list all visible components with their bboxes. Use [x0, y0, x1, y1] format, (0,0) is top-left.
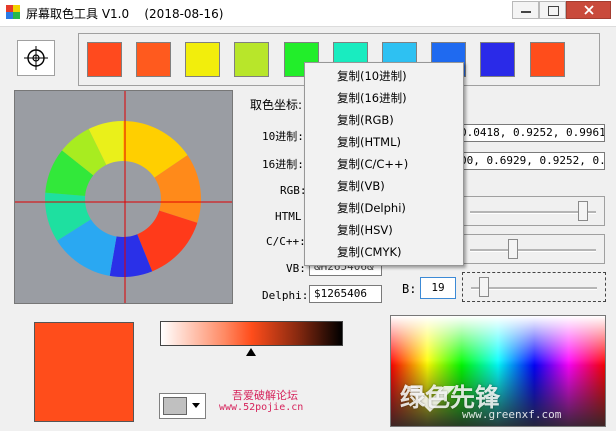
- recent-color-swatch[interactable]: [87, 42, 122, 77]
- color-picker-target-button[interactable]: [17, 40, 55, 76]
- hex16-value-field[interactable]: 00, 0.6929, 0.9252, 0.0039: [455, 152, 605, 170]
- crosshair-icon: [24, 46, 48, 70]
- blue-slider-track[interactable]: [471, 287, 597, 290]
- forum-url: www.52pojie.cn: [219, 402, 304, 413]
- recent-color-swatch[interactable]: [185, 42, 220, 77]
- close-icon: [584, 5, 594, 15]
- chevron-down-icon: [192, 403, 200, 408]
- forum-name: 吾爱破解论坛: [232, 389, 298, 402]
- recent-color-swatch[interactable]: [136, 42, 171, 77]
- red-slider-thumb[interactable]: [577, 201, 588, 221]
- blue-slider-thumb[interactable]: [479, 277, 490, 297]
- app-color-icon: [6, 5, 20, 19]
- dec-value-field[interactable]: 0.0418, 0.9252, 0.9961: [455, 124, 605, 142]
- maximize-button[interactable]: [539, 1, 566, 19]
- menu-copy-html[interactable]: 复制(HTML): [337, 131, 401, 153]
- dec-label: 10进制:: [262, 130, 304, 143]
- delphi-label: Delphi:: [262, 289, 309, 302]
- blue-value-input[interactable]: 19: [420, 277, 456, 299]
- minimize-button[interactable]: [512, 1, 539, 19]
- delphi-value-field[interactable]: $1265406: [309, 285, 382, 303]
- recent-color-swatch[interactable]: [480, 42, 515, 77]
- gradient-pointer-icon[interactable]: [246, 348, 256, 356]
- menu-copy-cmyk[interactable]: 复制(CMYK): [337, 241, 402, 263]
- magnifier-view[interactable]: [14, 90, 233, 304]
- dropdown-color-swatch: [163, 397, 187, 415]
- magnified-color-wheel: [15, 91, 232, 303]
- blue-label: B:: [402, 282, 417, 296]
- recent-color-swatch[interactable]: [530, 42, 565, 77]
- menu-copy-hsv[interactable]: 复制(HSV): [337, 219, 393, 241]
- recent-color-swatch[interactable]: [234, 42, 269, 77]
- menu-copy-vb[interactable]: 复制(VB): [337, 175, 385, 197]
- copy-context-menu: 复制(10进制) 复制(16进制) 复制(RGB) 复制(HTML) 复制(C/…: [304, 62, 464, 266]
- maximize-icon: [548, 6, 559, 16]
- minimize-icon: [521, 11, 531, 13]
- coords-label: 取色坐标:: [250, 98, 303, 112]
- hex16-label: 16进制:: [262, 158, 304, 171]
- green-slider-thumb[interactable]: [508, 239, 519, 259]
- menu-copy-delphi[interactable]: 复制(Delphi): [337, 197, 406, 219]
- window-title: 屏幕取色工具 V1.0 (2018-08-16): [26, 7, 224, 21]
- green-slider-track[interactable]: [470, 249, 596, 252]
- menu-copy-cpp[interactable]: 复制(C/C++): [337, 153, 408, 175]
- close-button[interactable]: [566, 1, 611, 19]
- menu-copy-rgb[interactable]: 复制(RGB): [337, 109, 394, 131]
- color-dropdown[interactable]: [159, 393, 206, 419]
- brightness-gradient-bar[interactable]: [160, 321, 343, 346]
- watermark-url: www.greenxf.com: [462, 408, 562, 421]
- blue-slider-panel: [462, 272, 606, 302]
- menu-copy-hex[interactable]: 复制(16进制): [337, 87, 407, 109]
- menu-copy-decimal[interactable]: 复制(10进制): [337, 65, 407, 87]
- green-slider-panel: [461, 234, 605, 264]
- red-slider-panel: [461, 196, 605, 226]
- cpp-label: C/C++:: [266, 235, 306, 248]
- vb-label: VB:: [286, 262, 306, 275]
- rgb-label: RGB:: [280, 184, 307, 197]
- color-preview: [34, 322, 134, 422]
